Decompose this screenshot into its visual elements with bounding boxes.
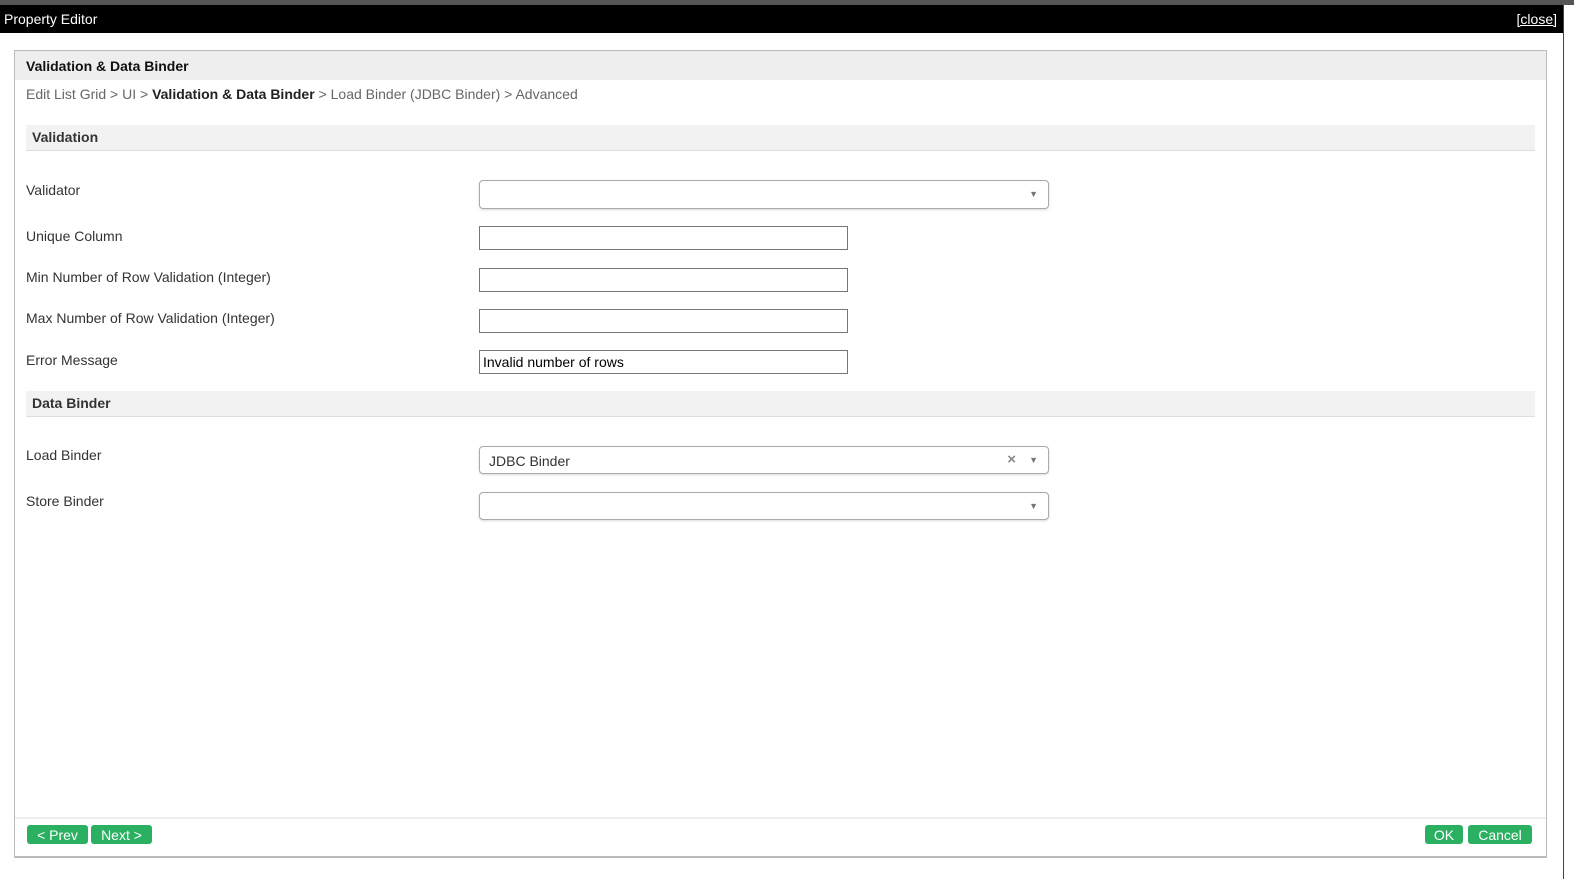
load-binder-select[interactable]: JDBC Binder × ▼ [479, 446, 1049, 474]
chevron-down-icon[interactable]: ▼ [1029, 455, 1038, 465]
min-rows-input[interactable] [479, 268, 848, 292]
panel-title: Validation & Data Binder [15, 51, 1546, 80]
store-binder-select[interactable]: ▼ [479, 492, 1049, 520]
error-message-label: Error Message [26, 352, 118, 368]
breadcrumb-item[interactable]: Advanced [515, 86, 577, 102]
breadcrumb-item[interactable]: Load Binder (JDBC Binder) [331, 86, 501, 102]
ok-button[interactable]: OK [1425, 825, 1463, 844]
validator-label: Validator [26, 182, 81, 198]
clear-icon[interactable]: × [1007, 451, 1016, 468]
scrollbar[interactable] [1563, 5, 1574, 879]
max-rows-label: Max Number of Row Validation (Integer) [26, 310, 275, 326]
chevron-down-icon[interactable]: ▼ [1029, 189, 1038, 199]
breadcrumb-item[interactable]: UI [122, 86, 136, 102]
max-rows-input[interactable] [479, 309, 848, 333]
dialog-titlebar: Property Editor [close] [0, 5, 1563, 33]
unique-column-label: Unique Column [26, 228, 123, 244]
validator-select[interactable]: ▼ [479, 180, 1049, 209]
load-binder-value: JDBC Binder [489, 453, 570, 469]
chevron-down-icon[interactable]: ▼ [1029, 501, 1038, 511]
next-button[interactable]: Next > [91, 825, 152, 844]
breadcrumb-item[interactable]: Edit List Grid [26, 86, 106, 102]
close-link[interactable]: [close] [1517, 11, 1557, 27]
dialog-title: Property Editor [4, 11, 98, 27]
cancel-button[interactable]: Cancel [1468, 825, 1532, 844]
breadcrumb-sep: > [136, 86, 153, 102]
load-binder-label: Load Binder [26, 447, 102, 463]
store-binder-label: Store Binder [26, 493, 104, 509]
breadcrumb-sep: > [106, 86, 123, 102]
section-validation: Validation [26, 125, 1535, 151]
min-rows-label: Min Number of Row Validation (Integer) [26, 269, 271, 285]
prev-button[interactable]: < Prev [27, 825, 88, 844]
unique-column-input[interactable] [479, 226, 848, 250]
breadcrumb-sep: > [500, 86, 516, 102]
breadcrumb-sep: > [314, 86, 331, 102]
property-panel: Validation & Data Binder Edit List Grid … [14, 50, 1547, 858]
breadcrumb: Edit List Grid > UI > Validation & Data … [26, 86, 578, 102]
breadcrumb-current: Validation & Data Binder [152, 86, 315, 102]
footer-divider [15, 817, 1546, 819]
section-data-binder: Data Binder [26, 391, 1535, 417]
error-message-input[interactable] [479, 350, 848, 374]
